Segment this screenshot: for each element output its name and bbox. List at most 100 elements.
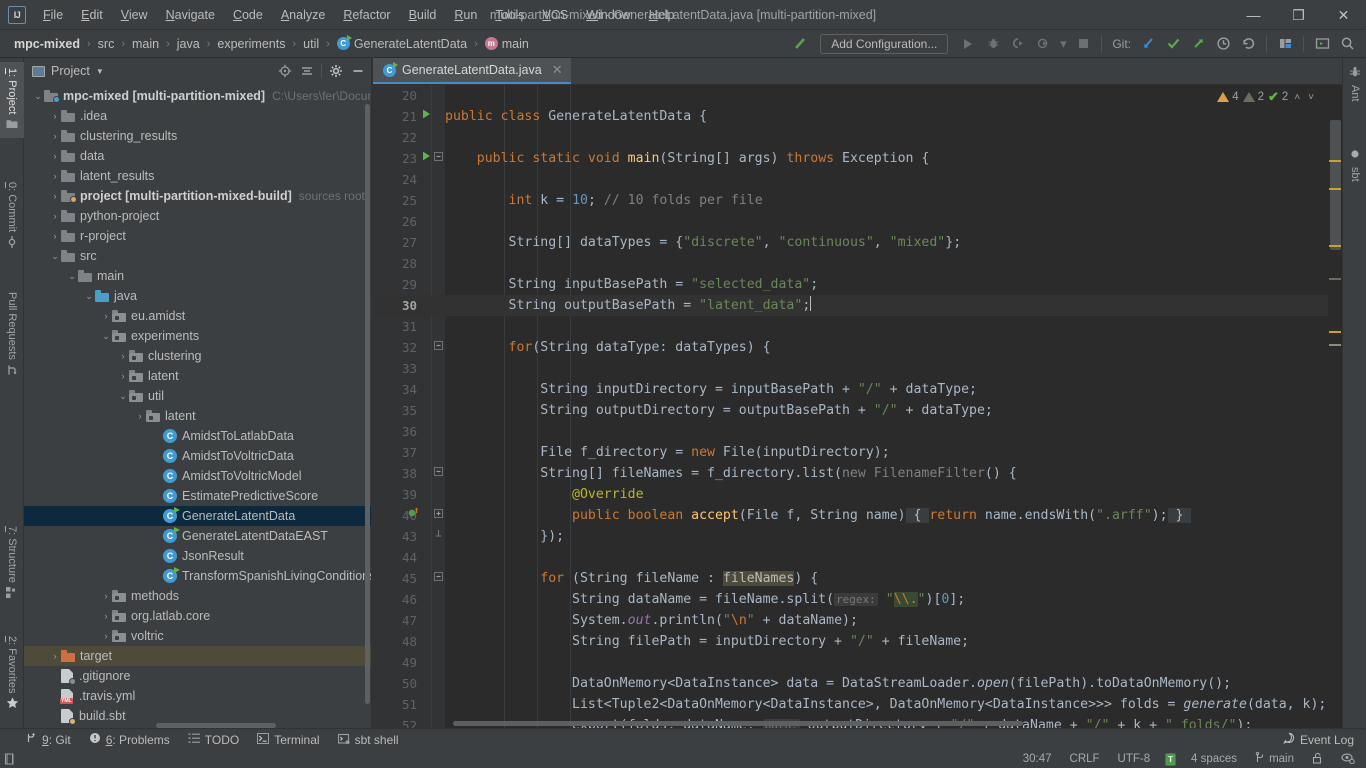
hide-panel-icon[interactable] (348, 61, 368, 81)
tool-window-tab-pull-requests[interactable]: Pull Requests (0, 286, 24, 385)
code-line-38[interactable]: String[] fileNames = f_directory.list(ne… (445, 463, 1016, 484)
breadcrumb-item-main[interactable]: m main (481, 35, 533, 53)
editor-fold-column[interactable] (431, 85, 445, 728)
tree-toggle-right-icon[interactable]: › (100, 591, 112, 601)
build-hammer-icon[interactable] (789, 33, 811, 55)
code-line-47[interactable]: System.out.println("\n" + dataName); (445, 610, 858, 631)
tree-toggle-down-icon[interactable]: ⌄ (66, 271, 78, 282)
tree-toggle-right-icon[interactable]: › (134, 411, 146, 421)
tree-toggle-right-icon[interactable]: › (49, 171, 61, 181)
git-history-icon[interactable] (1212, 33, 1234, 55)
implementing-method-gutter-icon[interactable] (407, 505, 419, 526)
tree-node-project-multi-partition-mixed-build-[interactable]: › project [multi-partition-mixed-build] so… (24, 186, 372, 206)
code-line-25[interactable]: int k = 10; // 10 folds per file (445, 190, 763, 211)
tree-node--idea[interactable]: › .idea (24, 106, 372, 126)
profile-icon[interactable] (1032, 33, 1054, 55)
tree-node-java[interactable]: ⌄ java (24, 286, 372, 306)
code-line-34[interactable]: String inputDirectory = inputBasePath + … (445, 379, 977, 400)
tree-node-transformspanishlivingconditionsd[interactable]: C TransformSpanishLivingConditionsD (24, 566, 372, 586)
editor-marker[interactable] (1329, 188, 1341, 190)
breadcrumb-item-main[interactable]: main (128, 35, 163, 53)
editor-marker[interactable] (1329, 278, 1341, 280)
tool-window-button-todo[interactable]: TODO (180, 731, 247, 749)
fold-minus-icon[interactable] (432, 337, 444, 358)
fold-plus-icon[interactable] (432, 505, 444, 526)
tree-node-generatelatentdataeast[interactable]: C GenerateLatentDataEAST (24, 526, 372, 546)
menu-item-code[interactable]: Code (224, 4, 272, 26)
menu-item-file[interactable]: File (34, 4, 72, 26)
tree-toggle-right-icon[interactable]: › (49, 111, 61, 121)
indent-widget[interactable]: 4 spaces (1188, 752, 1240, 766)
tool-window-tab-2-favorites[interactable]: 2: Favorites (0, 630, 24, 718)
breadcrumb-item-src[interactable]: src (94, 35, 119, 53)
tree-node-data[interactable]: › data (24, 146, 372, 166)
editor-marker[interactable] (1329, 245, 1341, 247)
run-with-coverage-icon[interactable] (1007, 33, 1029, 55)
tree-toggle-down-icon[interactable]: ⌄ (117, 391, 129, 402)
fold-minus-icon[interactable] (432, 148, 444, 169)
code-line-23[interactable]: public static void main(String[] args) t… (445, 148, 930, 169)
code-line-35[interactable]: String outputDirectory = outputBasePath … (445, 400, 993, 421)
close-tab-icon[interactable]: ✕ (552, 62, 563, 78)
run-icon[interactable] (957, 33, 979, 55)
project-tree-vertical-scrollbar[interactable] (365, 104, 370, 704)
fold-minus-end-icon[interactable] (432, 526, 444, 547)
tree-toggle-right-icon[interactable]: › (49, 211, 61, 221)
inspection-widget[interactable]: 4 2 ✔ 2 ˄ ˅ (1217, 87, 1316, 107)
code-line-40[interactable]: public boolean accept(File f, String nam… (445, 505, 1192, 526)
tree-node-amidsttovoltricmodel[interactable]: C AmidstToVoltricModel (24, 466, 372, 486)
run-gutter-icon[interactable] (420, 106, 432, 127)
editor-marker[interactable] (1329, 344, 1341, 346)
breadcrumb-item-generatelatentdata[interactable]: C GenerateLatentData (333, 35, 471, 53)
tree-node-latent[interactable]: › latent (24, 366, 372, 386)
tree-toggle-right-icon[interactable]: › (49, 651, 61, 661)
code-line-48[interactable]: String filePath = inputDirectory + "/" +… (445, 631, 969, 652)
code-line-51[interactable]: List<Tuple2<DataOnMemory<DataInstance>, … (445, 694, 1326, 715)
tool-window-tab-ant[interactable]: Ant (1343, 60, 1366, 108)
fold-minus-icon[interactable] (432, 463, 444, 484)
menu-item-help[interactable]: Help (640, 4, 684, 26)
line-separator-widget[interactable]: CRLF (1067, 752, 1103, 766)
menu-item-navigate[interactable]: Navigate (157, 4, 224, 26)
tool-window-button-6-problems[interactable]: 6: Problems (81, 730, 178, 749)
tool-window-button-sbt-shell[interactable]: sbt shell (330, 731, 407, 749)
menu-item-view[interactable]: View (112, 4, 157, 26)
tree-node-voltric[interactable]: › voltric (24, 626, 372, 646)
memory-indicator-icon[interactable] (0, 750, 18, 768)
unlocked-icon[interactable] (1309, 751, 1326, 768)
tree-node-python-project[interactable]: › python-project (24, 206, 372, 226)
code-line-30[interactable]: String outputBasePath = "latent_data"; (445, 295, 812, 316)
code-line-37[interactable]: File f_directory = new File(inputDirecto… (445, 442, 889, 463)
tree-node-main[interactable]: ⌄ main (24, 266, 372, 286)
tool-window-tab-1-project[interactable]: 1: Project (0, 62, 24, 139)
tree-node-latent-results[interactable]: › latent_results (24, 166, 372, 186)
code-line-43[interactable]: }); (445, 526, 564, 547)
tree-node-amidsttolatlabdata[interactable]: C AmidstToLatlabData (24, 426, 372, 446)
code-line-45[interactable]: for (String fileName : fileNames) { (445, 568, 818, 589)
run-gutter-icon[interactable] (420, 148, 432, 169)
code-line-27[interactable]: String[] dataTypes = {"discrete", "conti… (445, 232, 962, 253)
tree-node-eu-amidst[interactable]: › eu.amidst (24, 306, 372, 326)
terminal-icon[interactable] (1311, 33, 1333, 55)
breadcrumb-item-experiments[interactable]: experiments (213, 35, 289, 53)
code-line-46[interactable]: String dataName = fileName.split(regex: … (445, 589, 965, 610)
editor-tab-generatelatentdata[interactable]: C GenerateLatentData.java ✕ (373, 58, 571, 84)
breadcrumb-item-util[interactable]: util (299, 35, 323, 53)
tree-node-clustering[interactable]: › clustering (24, 346, 372, 366)
tree-node-util[interactable]: ⌄ util (24, 386, 372, 406)
tree-node-jsonresult[interactable]: C JsonResult (24, 546, 372, 566)
code-line-32[interactable]: for(String dataType: dataTypes) { (445, 337, 771, 358)
editor-marker-rail[interactable] (1328, 112, 1342, 728)
collapse-all-icon[interactable] (297, 61, 317, 81)
next-problem-icon[interactable]: ˅ (1306, 92, 1316, 103)
inspections-eye-icon[interactable] (1338, 751, 1358, 768)
tree-node-target[interactable]: › target (24, 646, 372, 666)
menu-item-run[interactable]: Run (445, 4, 486, 26)
tree-node-estimatepredictivescore[interactable]: C EstimatePredictiveScore (24, 486, 372, 506)
tool-window-tab-sbt[interactable]: sbt (1343, 142, 1366, 188)
close-button[interactable]: ✕ (1321, 0, 1366, 30)
editor-marker[interactable] (1329, 331, 1341, 333)
check-count[interactable]: ✔ 2 (1268, 89, 1288, 105)
git-commit-icon[interactable] (1162, 33, 1184, 55)
tree-toggle-right-icon[interactable]: › (49, 231, 61, 241)
